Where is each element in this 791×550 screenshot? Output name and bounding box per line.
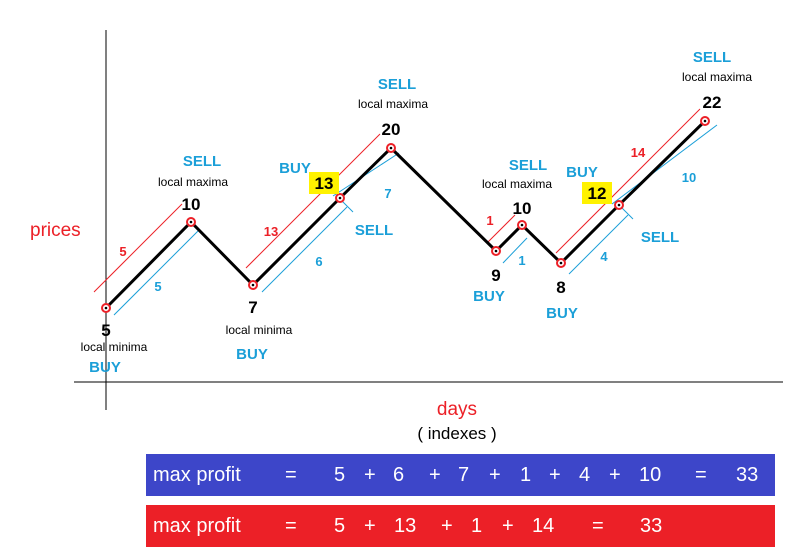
blue-gain-label-1: 5: [154, 279, 161, 294]
summary-blue-plus: +: [489, 464, 501, 486]
note-local-minima-7: local minima: [226, 323, 293, 337]
buy-label-12: BUY: [566, 164, 598, 181]
note-local-maxima-20: local maxima: [358, 97, 428, 111]
sell-label-10a: SELL: [183, 153, 221, 170]
summary-bar-blue: max profit = 5 + 6 + 7 + 1 + 4 + 10 = 33: [146, 454, 775, 496]
red-gain-label-2: 13: [264, 224, 278, 239]
blue-gain-label-4: 1: [518, 253, 525, 268]
note-local-maxima-10b: local maxima: [482, 177, 552, 191]
point-label-7: 7: [248, 298, 257, 317]
blue-gain-line-2: [261, 206, 348, 293]
summary-blue-plus: +: [364, 464, 376, 486]
red-gain-label-1: 5: [119, 244, 126, 259]
summary-blue-plus: +: [429, 464, 441, 486]
y-axis-label: prices: [30, 220, 81, 241]
point-label-5: 5: [101, 321, 110, 340]
buy-label-8: BUY: [546, 305, 578, 322]
blue-gain-line-6: [611, 124, 718, 205]
red-gain-label-3: 1: [486, 213, 493, 228]
price-line: [104, 119, 707, 310]
point-label-20: 20: [382, 120, 401, 139]
red-gain-line-1: [93, 203, 183, 293]
point-label-13: 13: [315, 174, 334, 193]
blue-gain-label-2: 6: [315, 254, 322, 269]
summary-red-term: 14: [532, 515, 555, 537]
point-label-8: 8: [556, 278, 565, 297]
summary-blue-equals: =: [695, 464, 707, 486]
point-label-10a: 10: [182, 195, 201, 214]
buy-label-9: BUY: [473, 288, 505, 305]
red-gain-line-2: [245, 133, 381, 269]
buy-label-13: BUY: [279, 160, 311, 177]
summary-blue-equals: =: [285, 464, 297, 486]
sell-label-12: SELL: [641, 229, 679, 246]
summary-red-term: 1: [471, 515, 483, 537]
summary-blue-plus: +: [549, 464, 561, 486]
sell-label-13: SELL: [355, 222, 393, 239]
blue-gain-label-6: 10: [682, 170, 696, 185]
x-axis-sublabel: ( indexes ): [417, 424, 496, 443]
summary-red-plus: +: [364, 515, 376, 537]
summary-bar-red: max profit = 5 + 13 + 1 + 14 = 33: [146, 505, 775, 547]
sell-label-22: SELL: [693, 49, 731, 66]
summary-red-term: 5: [334, 515, 346, 537]
note-local-maxima-22: local maxima: [682, 70, 752, 84]
summary-blue-term: 10: [639, 464, 662, 486]
summary-blue-total: 33: [736, 464, 759, 486]
point-label-22: 22: [703, 93, 722, 112]
summary-red-plus: +: [502, 515, 514, 537]
note-local-minima-5: local minima: [81, 340, 148, 354]
summary-red-label: max profit: [153, 515, 241, 537]
sell-label-10b: SELL: [509, 157, 547, 174]
summary-blue-plus: +: [609, 464, 621, 486]
buy-label-7: BUY: [236, 346, 268, 363]
summary-red-plus: +: [441, 515, 453, 537]
summary-red-equals: =: [285, 515, 297, 537]
note-local-maxima-10a: local maxima: [158, 175, 228, 189]
summary-red-total: 33: [640, 515, 663, 537]
summary-blue-term: 7: [458, 464, 470, 486]
buy-label-5: BUY: [89, 359, 121, 376]
point-label-10b: 10: [513, 199, 532, 218]
point-label-12: 12: [588, 184, 607, 203]
summary-blue-term: 1: [520, 464, 532, 486]
x-axis-label: days: [437, 399, 477, 420]
summary-blue-label: max profit: [153, 464, 241, 486]
summary-red-term: 13: [394, 515, 417, 537]
summary-red-equals: =: [592, 515, 604, 537]
blue-gain-label-3: 7: [384, 186, 391, 201]
sell-label-20: SELL: [378, 76, 416, 93]
summary-blue-term: 5: [334, 464, 346, 486]
point-label-9: 9: [491, 266, 500, 285]
blue-gain-label-5: 4: [600, 249, 608, 264]
summary-blue-term: 4: [579, 464, 591, 486]
red-gain-label-4: 14: [631, 145, 646, 160]
summary-blue-term: 6: [393, 464, 405, 486]
